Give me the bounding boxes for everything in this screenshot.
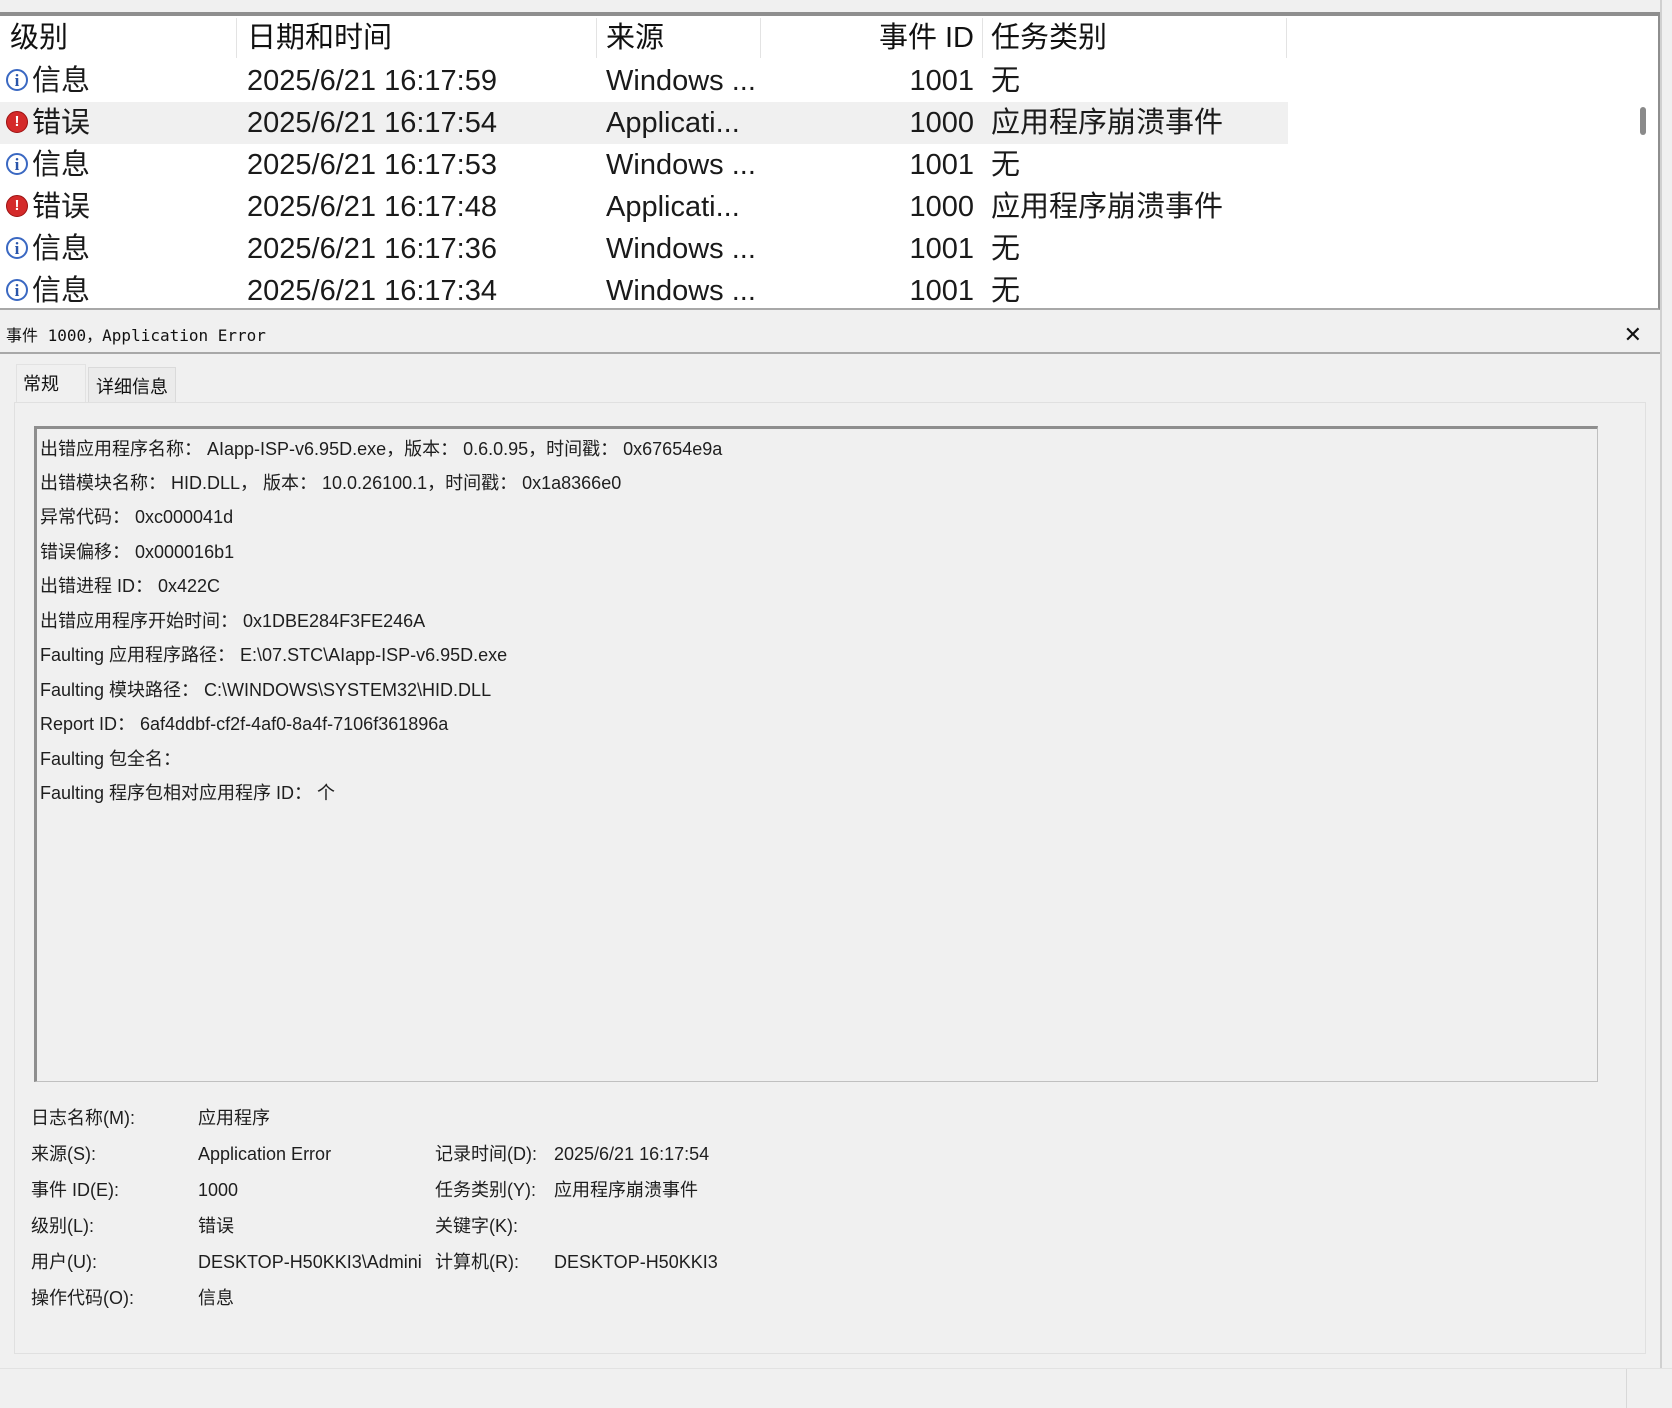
event-datetime: 2025/6/21 16:17:53 [247,149,497,181]
description-line: Faulting 包全名： [40,749,182,769]
task-category-value: 应用程序崩溃事件 [554,1180,698,1200]
top-strip [0,0,1672,12]
event-task-category: 应用程序崩溃事件 [991,191,1224,223]
computer-label: 计算机(R): [435,1252,519,1272]
computer-value: DESKTOP-H50KKI3 [554,1252,718,1272]
list-header: 级别 日期和时间 来源 事件 ID 任务类别 [0,16,1290,60]
source-value: Application Error [198,1144,332,1164]
description-line: 出错应用程序开始时间： 0x1DBE284F3FE246A [40,611,426,631]
info-icon: i [6,69,28,91]
event-source: Applicati... [606,191,740,223]
info-icon: i [6,237,28,259]
event-datetime: 2025/6/21 16:17:48 [247,191,497,223]
column-header-source[interactable]: 来源 [606,16,664,60]
description-line: Report ID： 6af4ddbf-cf2f-4af0-8a4f-7106f… [40,714,449,734]
user-value: DESKTOP-H50KKI3\Admini [198,1252,422,1272]
status-bar-divider [1626,1369,1627,1408]
opcode-value: 信息 [198,1288,234,1308]
description-line: 错误偏移： 0x000016b1 [40,542,235,562]
detail-pane-title: 事件 1000，Application Error ✕ [0,318,1660,354]
description-line: Faulting 应用程序路径： E:\07.STC\AIapp-ISP-v6.… [40,645,508,665]
event-id: 1001 [909,275,974,307]
description-line: 异常代码： 0xc000041d [40,507,234,527]
event-source: Windows ... [606,65,756,97]
event-row[interactable]: i 信息 2025/6/21 16:17:36 Windows ... 1001… [0,228,1288,270]
error-icon: ! [6,195,28,217]
event-row-selected[interactable]: ! 错误 2025/6/21 16:17:54 Applicati... 100… [0,102,1288,144]
column-header-datetime[interactable]: 日期和时间 [247,16,392,60]
event-level: 错误 [32,191,91,223]
event-id-value: 1000 [198,1180,239,1200]
event-id: 1001 [909,65,974,97]
column-divider[interactable] [596,18,597,58]
logged-label: 记录时间(D): [435,1144,537,1164]
event-task-category: 无 [991,149,1021,181]
event-source: Applicati... [606,107,740,139]
task-category-label: 任务类别(Y): [435,1180,536,1200]
event-task-category: 无 [991,65,1021,97]
event-task-category: 应用程序崩溃事件 [991,107,1224,139]
event-row[interactable]: i 信息 2025/6/21 16:17:34 Windows ... 1001… [0,270,1288,308]
log-name-value: 应用程序 [198,1108,270,1128]
pane-border [1660,0,1662,1368]
event-datetime: 2025/6/21 16:17:34 [247,275,497,307]
event-task-category: 无 [991,233,1021,265]
logged-value: 2025/6/21 16:17:54 [554,1144,710,1164]
event-level: 信息 [32,275,91,307]
event-description-box[interactable]: 出错应用程序名称： AIapp-ISP-v6.95D.exe，版本： 0.6.0… [34,426,1598,1082]
event-level: 信息 [32,65,91,97]
log-name-label: 日志名称(M): [31,1108,135,1128]
column-divider[interactable] [982,18,983,58]
user-label: 用户(U): [31,1252,97,1272]
column-header-level[interactable]: 级别 [10,16,68,60]
event-list[interactable]: 级别 日期和时间 来源 事件 ID 任务类别 i 信息 2025/6/21 16… [0,12,1660,310]
description-line: Faulting 程序包相对应用程序 ID： 个 [40,783,336,803]
info-icon: i [6,279,28,301]
event-datetime: 2025/6/21 16:17:59 [247,65,497,97]
event-level: 信息 [32,149,91,181]
vertical-scrollbar[interactable] [1636,16,1650,308]
level-value: 错误 [198,1216,234,1236]
scrollbar-thumb[interactable] [1640,107,1646,135]
column-header-event-id[interactable]: 事件 ID [800,16,974,60]
event-id: 1000 [909,107,974,139]
source-label: 来源(S): [31,1144,96,1164]
info-icon: i [6,153,28,175]
event-level: 错误 [32,107,91,139]
level-label: 级别(L): [31,1216,94,1236]
event-row[interactable]: i 信息 2025/6/21 16:17:53 Windows ... 1001… [0,144,1288,186]
column-divider[interactable] [1286,18,1287,58]
event-id: 1000 [909,191,974,223]
description-line: 出错进程 ID： 0x422C [40,576,221,596]
close-icon[interactable]: ✕ [1624,318,1642,354]
event-row[interactable]: ! 错误 2025/6/21 16:17:48 Applicati... 100… [0,186,1288,228]
event-datetime: 2025/6/21 16:17:36 [247,233,497,265]
event-task-category: 无 [991,275,1021,307]
event-datetime: 2025/6/21 16:17:54 [247,107,497,139]
column-header-task-category[interactable]: 任务类别 [991,16,1107,60]
event-id-label: 事件 ID(E): [31,1180,119,1200]
column-divider[interactable] [236,18,237,58]
status-bar [0,1368,1672,1408]
tab-details[interactable]: 详细信息 [88,367,176,405]
event-source: Windows ... [606,149,756,181]
description-line: 出错应用程序名称： AIapp-ISP-v6.95D.exe，版本： 0.6.0… [40,439,723,459]
tab-general[interactable]: 常规 [16,364,86,402]
description-line: 出错模块名称： HID.DLL， 版本： 10.0.26100.1，时间戳： 0… [40,473,622,493]
event-source: Windows ... [606,275,756,307]
column-divider[interactable] [760,18,761,58]
event-level: 信息 [32,233,91,265]
event-id: 1001 [909,233,974,265]
opcode-label: 操作代码(O): [31,1288,134,1308]
event-source: Windows ... [606,233,756,265]
event-id: 1001 [909,149,974,181]
detail-title-text: 事件 1000，Application Error [6,326,266,345]
description-line: Faulting 模块路径： C:\WINDOWS\SYSTEM32\HID.D… [40,680,492,700]
event-row[interactable]: i 信息 2025/6/21 16:17:59 Windows ... 1001… [0,60,1288,102]
keywords-label: 关键字(K): [435,1216,518,1236]
error-icon: ! [6,111,28,133]
